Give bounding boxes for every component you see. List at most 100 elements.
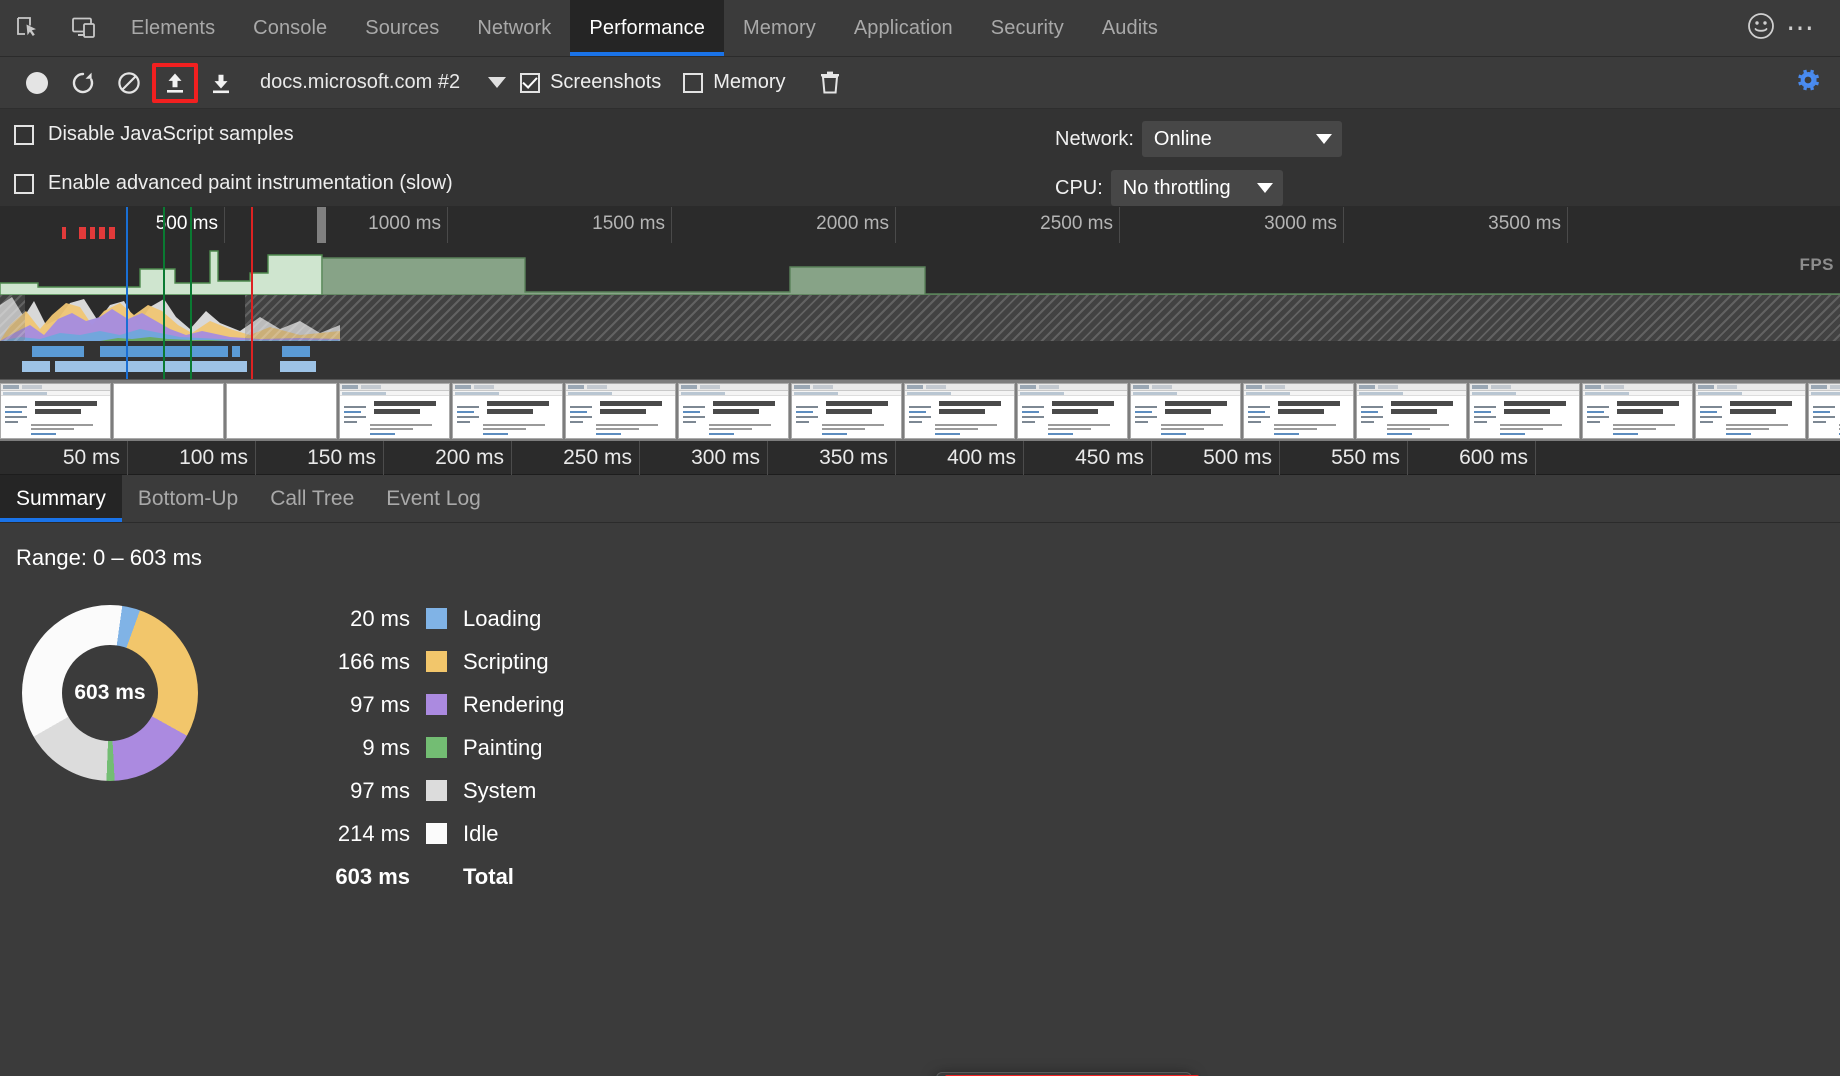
legend-row-idle[interactable]: 214 ms Idle [300,812,565,855]
range-label: Range: 0 – 603 ms [16,545,202,571]
ruler-tick-label: 50 ms [63,446,120,470]
save-profile-icon [208,69,234,97]
screenshots-checkbox-group[interactable]: Screenshots [520,71,661,94]
load-profile-button[interactable] [152,63,198,103]
history-dropdown-caret[interactable] [488,77,506,88]
filmstrip-frame[interactable] [339,383,450,439]
tab-label: Elements [131,17,215,40]
ruler-tick: 400 ms [896,441,1024,475]
overview-tick-label: 2500 ms [1040,213,1113,235]
filmstrip-frame[interactable] [1243,383,1354,439]
tab-event-log[interactable]: Event Log [370,475,497,522]
tab-audits[interactable]: Audits [1083,0,1177,56]
legend-swatch-painting [426,737,447,758]
tab-label: Performance [589,17,705,40]
memory-label: Memory [713,71,785,94]
network-throttling-select[interactable]: Online [1142,121,1342,157]
overview-fps-lane [0,243,1840,295]
tab-elements[interactable]: Elements [112,0,234,56]
legend-swatch-loading [426,608,447,629]
profile-name-label: docs.microsoft.com #2 [260,71,460,94]
load-profile-icon [162,69,188,97]
ruler-tick: 200 ms [384,441,512,475]
memory-checkbox[interactable] [683,73,703,93]
legend-row-system[interactable]: 97 ms System [300,769,565,812]
smiley-feedback-icon[interactable] [1746,11,1776,46]
overview-window-right-handle[interactable] [317,207,326,243]
delete-button[interactable] [807,63,853,103]
filmstrip-frame[interactable] [226,383,337,439]
ruler-tick-label: 200 ms [435,446,504,470]
tab-summary[interactable]: Summary [0,475,122,522]
delete-icon [817,69,843,97]
filmstrip-strip[interactable] [0,379,1840,441]
filmstrip-frame[interactable] [565,383,676,439]
tab-performance[interactable]: Performance [570,0,724,56]
legend-row-painting[interactable]: 9 ms Painting [300,726,565,769]
legend-swatch-rendering [426,694,447,715]
tab-bottom-up[interactable]: Bottom-Up [122,475,254,522]
filmstrip-frame[interactable] [791,383,902,439]
memory-checkbox-group[interactable]: Memory [683,71,785,94]
ruler-tick: 150 ms [256,441,384,475]
filmstrip-frame[interactable] [452,383,563,439]
device-toolbar-icon[interactable] [56,0,112,56]
filmstrip-frame[interactable] [1582,383,1693,439]
filmstrip-frame[interactable] [0,383,111,439]
legend-value: 97 ms [300,692,410,718]
overview-tick-label: 1500 ms [592,213,665,235]
tab-security[interactable]: Security [972,0,1083,56]
ruler-tick-label: 600 ms [1459,446,1528,470]
filmstrip-frame[interactable] [678,383,789,439]
tab-network[interactable]: Network [458,0,570,56]
legend-row-loading[interactable]: 20 ms Loading [300,597,565,640]
legend-row-scripting[interactable]: 166 ms Scripting [300,640,565,683]
overview-tick: 2000 ms [672,207,896,243]
reload-and-record-button[interactable] [60,63,106,103]
filmstrip-frame[interactable] [1356,383,1467,439]
ruler-tick: 250 ms [512,441,640,475]
ruler-tick: 450 ms [1024,441,1152,475]
save-profile-button[interactable] [198,63,244,103]
timeline-overview[interactable]: 500 ms 1000 ms 1500 ms 2000 ms 2500 ms 3… [0,207,1840,379]
overview-marker-green [190,207,192,379]
filmstrip-frame[interactable] [1469,383,1580,439]
disable-js-samples-label: Disable JavaScript samples [48,123,294,146]
filmstrip-frame[interactable] [1695,383,1806,439]
filmstrip-frame[interactable] [113,383,224,439]
filmstrip-frame[interactable] [1130,383,1241,439]
ruler-tick: 100 ms [128,441,256,475]
overview-marker-red [251,207,253,379]
legend-name: Idle [463,821,498,847]
detail-tab-label: Bottom-Up [138,487,238,511]
tab-memory[interactable]: Memory [724,0,835,56]
tab-call-tree[interactable]: Call Tree [254,475,370,522]
advanced-paint-group[interactable]: Enable advanced paint instrumentation (s… [14,172,453,195]
devtools-tabbar: Elements Console Sources Network Perform… [0,0,1840,57]
settings-gear-icon[interactable] [1792,64,1824,101]
ruler-tick-label: 300 ms [691,446,760,470]
ruler-tick: 50 ms [0,441,128,475]
tab-console[interactable]: Console [234,0,346,56]
cpu-throttling-row: CPU: No throttling [1055,170,1283,206]
cpu-throttling-select[interactable]: No throttling [1111,170,1283,206]
screenshots-checkbox[interactable] [520,73,540,93]
tab-sources[interactable]: Sources [346,0,458,56]
record-button[interactable] [14,63,60,103]
filmstrip-frame[interactable] [1808,383,1840,439]
more-options-icon[interactable]: ⋯ [1786,14,1816,42]
disable-js-samples-group[interactable]: Disable JavaScript samples [14,123,294,146]
tab-application[interactable]: Application [835,0,972,56]
ruler-tick-label: 100 ms [179,446,248,470]
legend-row-rendering[interactable]: 97 ms Rendering [300,683,565,726]
inspect-cursor-icon[interactable] [0,0,56,56]
advanced-paint-checkbox[interactable] [14,174,34,194]
filmstrip-frame[interactable] [904,383,1015,439]
clear-recording-button[interactable] [106,63,152,103]
overview-marker-blue [126,207,128,379]
filmstrip-frame[interactable] [1017,383,1128,439]
legend-name: Painting [463,735,543,761]
disable-js-samples-checkbox[interactable] [14,125,34,145]
summary-panel: Range: 0 – 603 ms 603 ms 20 ms Loading 1… [0,523,1840,1076]
overview-net-lane [0,341,1840,379]
